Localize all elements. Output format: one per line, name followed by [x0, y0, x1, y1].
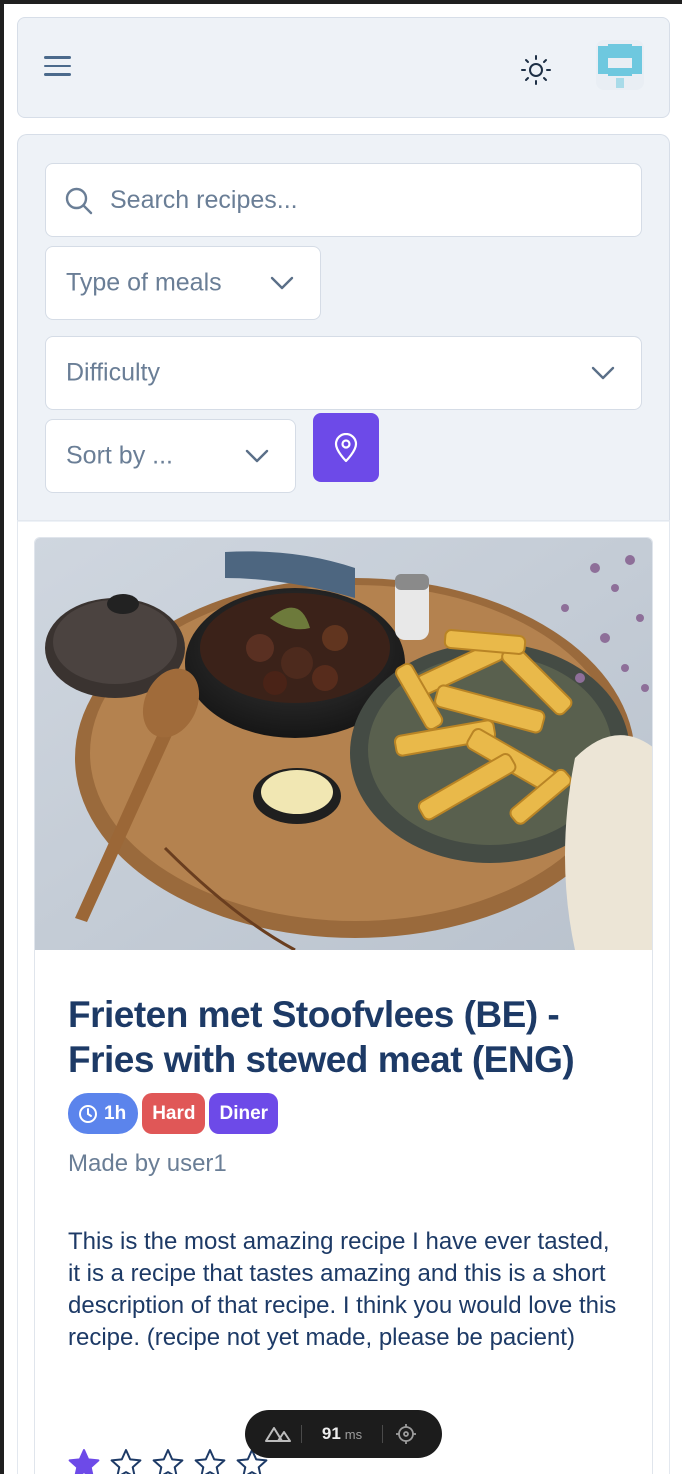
search-field [45, 163, 642, 237]
search-input[interactable] [110, 180, 620, 220]
top-navbar [17, 17, 670, 118]
nuxt-logo-icon[interactable] [255, 1425, 301, 1443]
sun-icon[interactable] [520, 54, 552, 86]
time-badge: 1h [68, 1093, 139, 1134]
difficulty-label: Difficulty [66, 358, 161, 387]
rating-stars[interactable] [68, 1448, 268, 1474]
clock-icon [79, 1104, 97, 1123]
content-border-right [669, 520, 670, 1474]
map-pin-icon [334, 433, 358, 463]
location-filter-button[interactable] [313, 413, 379, 482]
star-filled-icon[interactable] [68, 1448, 100, 1474]
chevron-down-icon [245, 449, 269, 463]
window-frame-top [0, 0, 682, 4]
meal-type-label: Type of meals [66, 268, 222, 297]
meal-type-select[interactable]: Type of meals [45, 246, 321, 320]
recipe-description: This is the most amazing recipe I have e… [68, 1228, 617, 1351]
time-value: 1h [104, 1102, 127, 1124]
recipe-card[interactable]: Frieten met Stoofvlees (BE) - Fries with… [34, 537, 653, 1474]
difficulty-select[interactable]: Difficulty [45, 336, 642, 410]
chevron-down-icon [270, 276, 294, 290]
recipe-author: Made by user1 [68, 1150, 227, 1177]
star-empty-icon[interactable] [152, 1448, 184, 1474]
crosshair-icon[interactable] [383, 1423, 429, 1445]
window-frame-left [0, 0, 4, 1474]
render-time-unit: ms [344, 1427, 363, 1442]
section-divider [17, 520, 670, 521]
recipe-badges: 1h Hard Diner [68, 1093, 279, 1134]
render-time-value: 91 [321, 1424, 341, 1443]
sort-label: Sort by ... [66, 441, 173, 470]
devtools-widget[interactable]: 91 ms [245, 1410, 442, 1458]
app-logo[interactable] [596, 40, 644, 90]
meal-badge: Diner [209, 1093, 279, 1134]
content-border-left [17, 520, 18, 1474]
filter-panel: Type of meals Difficulty Sort by ... [17, 134, 670, 522]
recipe-image[interactable] [35, 538, 652, 950]
star-empty-icon[interactable] [110, 1448, 142, 1474]
render-time: 91 ms [302, 1424, 382, 1444]
star-empty-icon[interactable] [194, 1448, 226, 1474]
difficulty-badge: Hard [142, 1093, 206, 1134]
search-icon [65, 187, 93, 215]
hamburger-icon[interactable] [44, 56, 74, 80]
chevron-down-icon [591, 366, 615, 380]
recipe-title[interactable]: Frieten met Stoofvlees (BE) - Fries with… [68, 992, 628, 1082]
sort-select[interactable]: Sort by ... [45, 419, 296, 493]
